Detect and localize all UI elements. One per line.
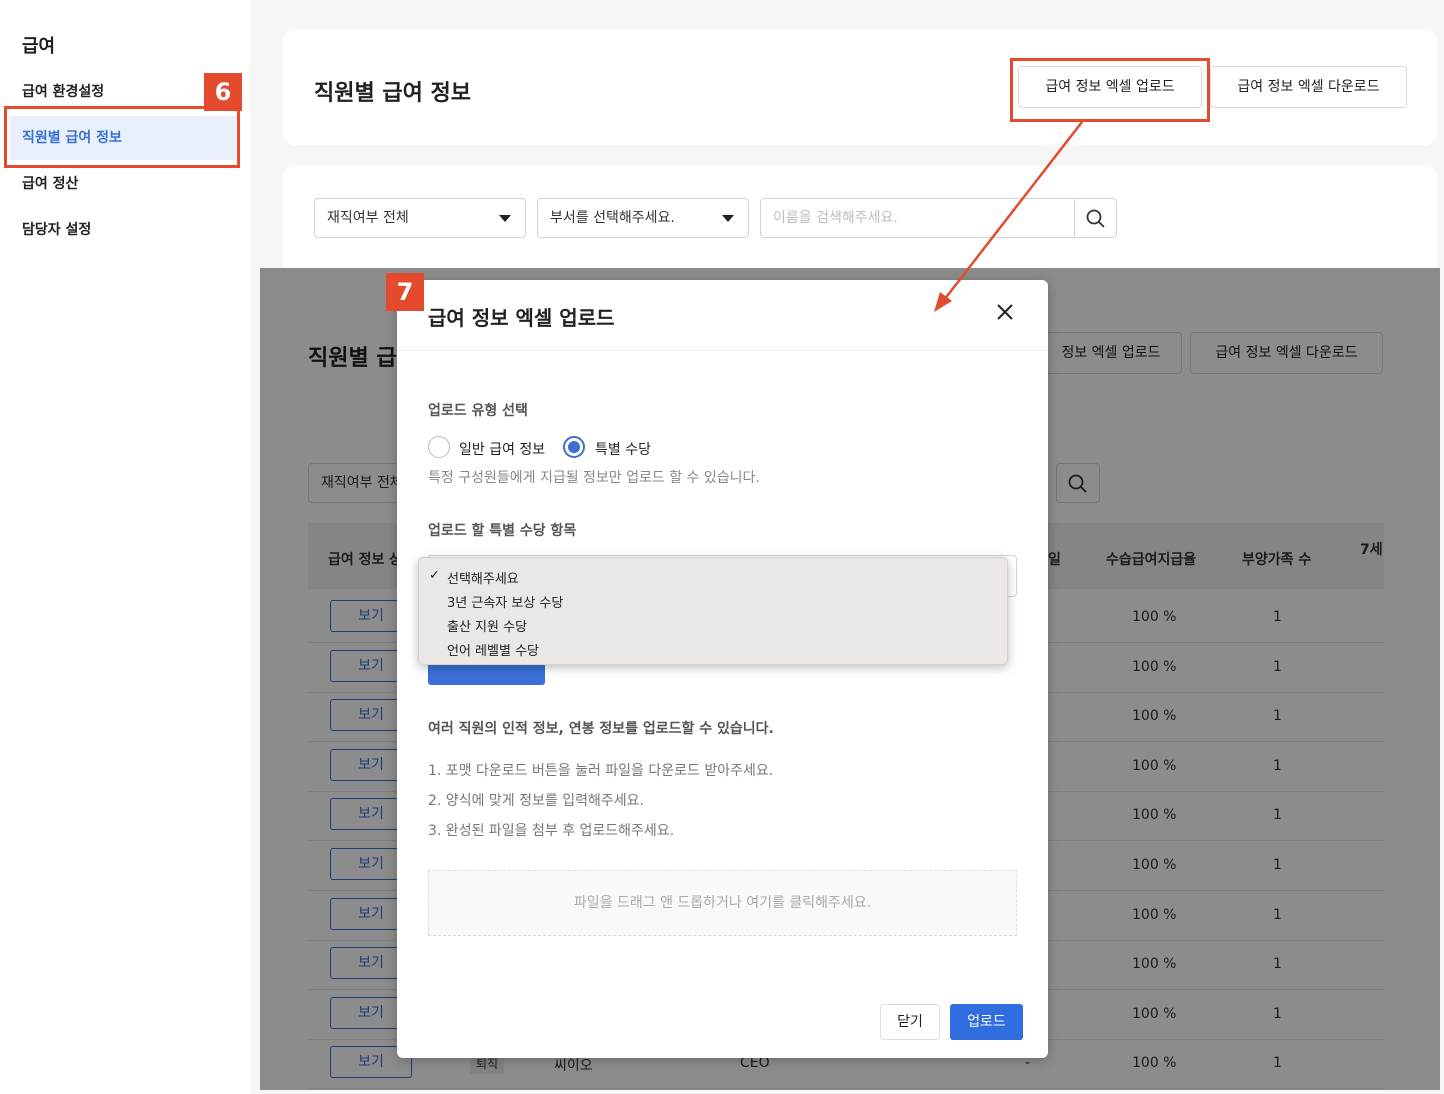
callout-arrow — [934, 121, 1083, 312]
